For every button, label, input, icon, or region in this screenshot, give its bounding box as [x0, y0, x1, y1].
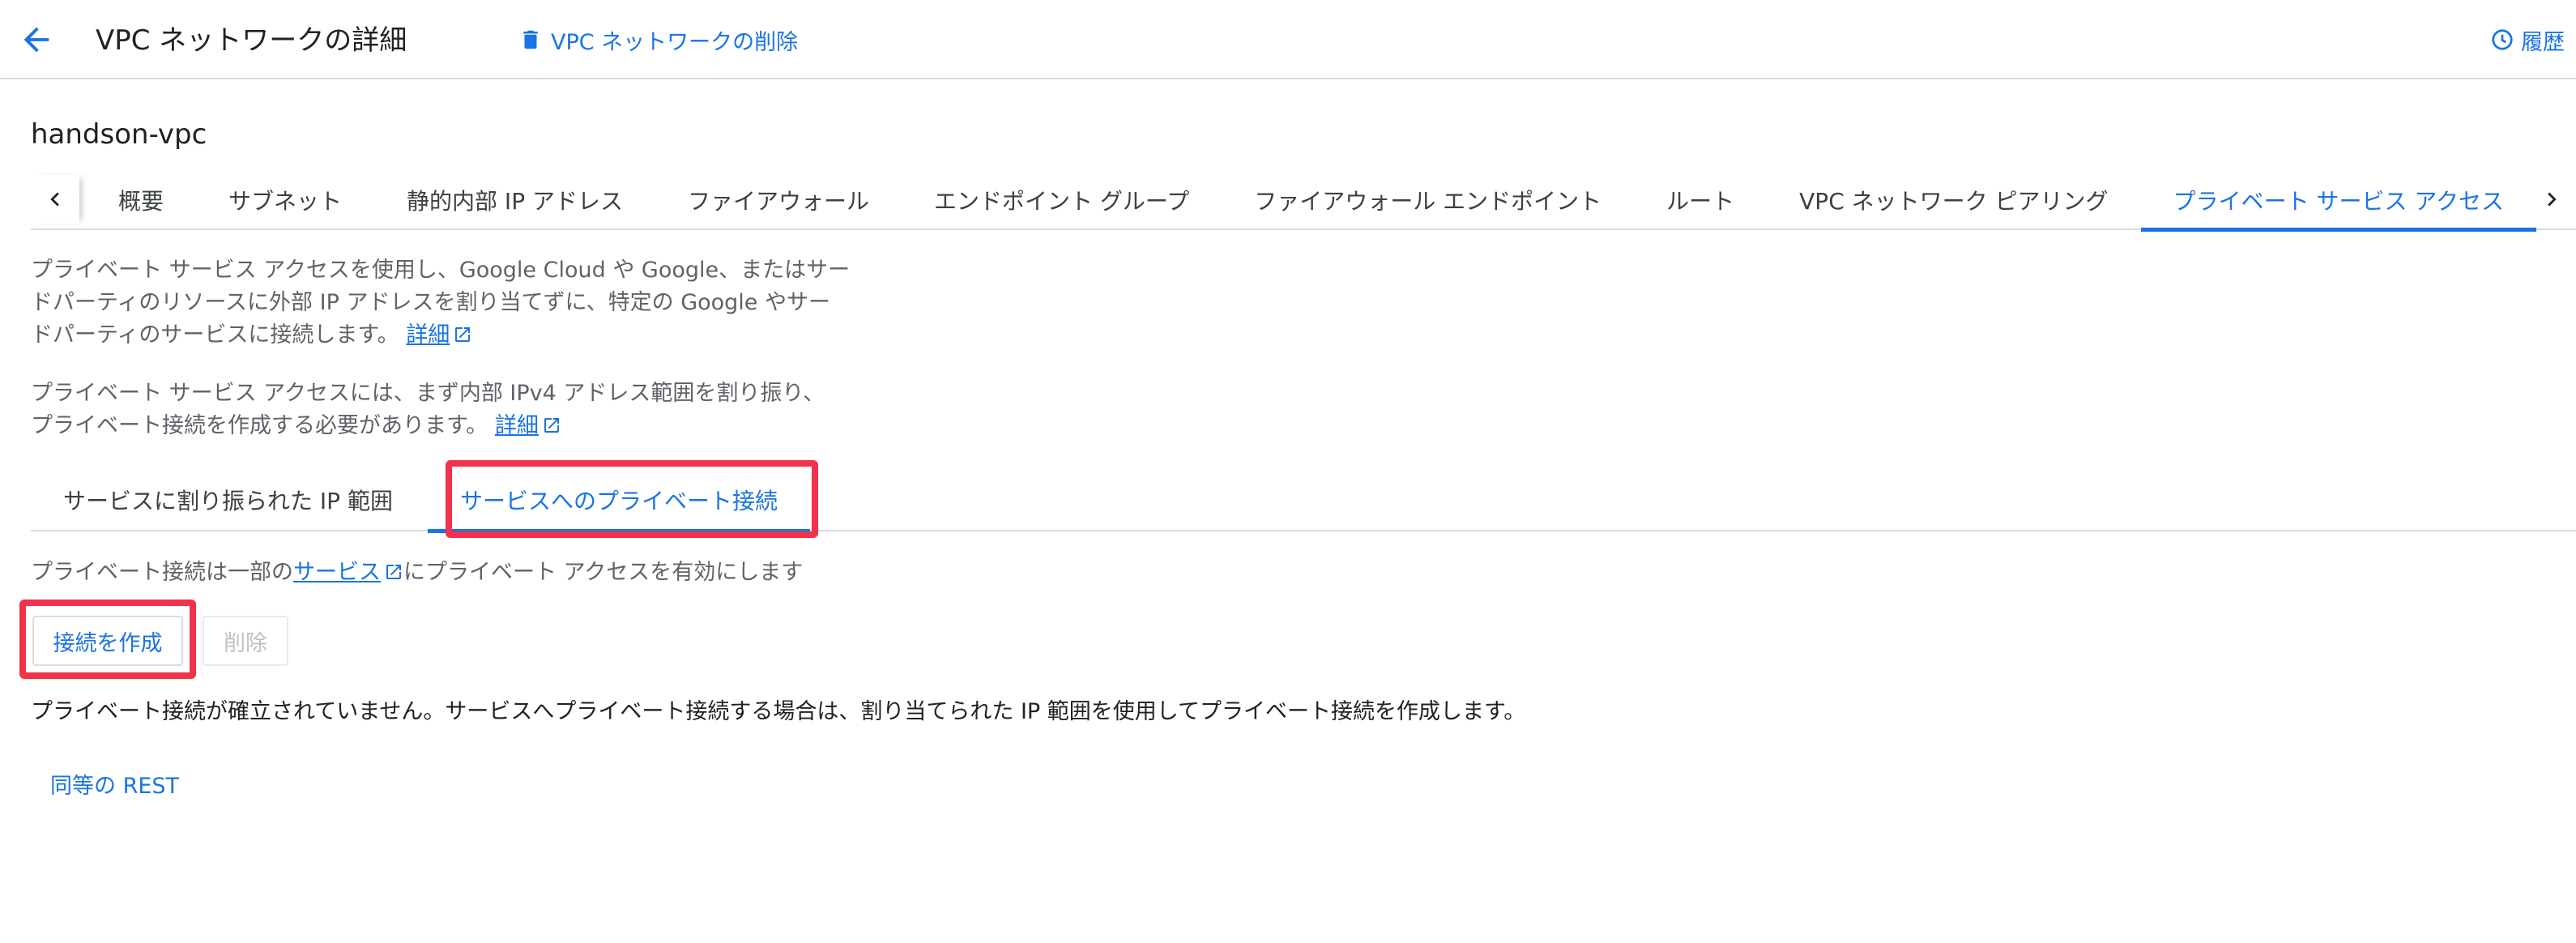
delete-connection-button: 削除	[203, 616, 288, 666]
subtab-private-connections[interactable]: サービスへのプライベート接続	[428, 468, 811, 533]
psa-requirement-line2-text: プライベート接続を作成する必要があります。	[31, 413, 488, 438]
services-link-label: サービス	[293, 560, 381, 585]
subtab-allocated-ip-ranges[interactable]: サービスに割り振られた IP 範囲	[63, 468, 393, 531]
tabs-scroll-left-button[interactable]	[31, 175, 79, 224]
psa-requirement-description: プライベート サービス アクセスには、まず内部 IPv4 アドレス範囲を割り振り…	[31, 378, 857, 442]
tabs-scroll-right-button[interactable]	[2527, 175, 2576, 224]
tab-private-service-access[interactable]: プライベート サービス アクセス	[2140, 170, 2537, 232]
create-connection-button[interactable]: 接続を作成	[32, 616, 183, 666]
learn-more-link-1-label: 詳細	[406, 322, 450, 348]
learn-more-link-2[interactable]: 詳細	[495, 413, 561, 438]
learn-more-link-2-label: 詳細	[494, 413, 539, 438]
active-subtab-indicator	[428, 529, 811, 533]
services-link[interactable]: サービス	[293, 560, 403, 585]
page-header: VPC ネットワークの詳細 VPC ネットワークの削除 履歴	[0, 0, 2576, 79]
info-text-before: プライベート接続は一部の	[31, 560, 293, 585]
psa-description-line3: ドパーティのサービスに接続します。 詳細	[31, 319, 857, 352]
tab-static-internal-ip[interactable]: 静的内部 IP アドレス	[374, 170, 655, 230]
psa-requirement-line1: プライベート サービス アクセスには、まず内部 IPv4 アドレス範囲を割り振り…	[31, 381, 825, 406]
psa-description-line2: ドパーティのリソースに外部 IP アドレスを割り当てずに、特定の Google …	[31, 290, 831, 315]
network-name: handson-vpc	[31, 118, 207, 151]
back-arrow-icon[interactable]	[18, 21, 55, 58]
external-link-icon	[386, 565, 401, 579]
chevron-left-icon	[50, 192, 59, 207]
delete-vpc-label: VPC ネットワークの削除	[551, 29, 799, 55]
subtab-private-connections-label: サービスへのプライベート接続	[460, 488, 778, 514]
no-connection-message: プライベート接続が確立されていません。サービスへプライベート接続する場合は、割り…	[31, 699, 1526, 724]
history-label: 履歴	[2521, 29, 2565, 55]
tab-list: 概要 サブネット 静的内部 IP アドレス ファイアウォール エンドポイント グ…	[84, 170, 2537, 232]
detail-tabbar: 概要 サブネット 静的内部 IP アドレス ファイアウォール エンドポイント グ…	[31, 170, 2576, 232]
tab-endpoint-groups[interactable]: エンドポイント グループ	[902, 170, 1222, 230]
tab-subnets[interactable]: サブネット	[196, 170, 374, 230]
tab-vpc-peering[interactable]: VPC ネットワーク ピアリング	[1767, 170, 2140, 230]
external-link-icon	[455, 327, 471, 342]
psa-description-line1: プライベート サービス アクセスを使用し、Google Cloud や Goog…	[31, 258, 851, 283]
psa-requirement-line2: プライベート接続を作成する必要があります。 詳細	[31, 410, 857, 442]
info-text-after: にプライベート アクセスを有効にします	[403, 560, 804, 585]
page-title: VPC ネットワークの詳細	[96, 24, 407, 57]
chevron-right-icon	[2548, 192, 2557, 207]
clock-icon	[2492, 29, 2513, 50]
equivalent-rest-link[interactable]: 同等の REST	[50, 768, 179, 800]
private-connection-info: プライベート接続は一部のサービス にプライベート アクセスを有効にします	[31, 554, 803, 586]
tab-routes[interactable]: ルート	[1634, 170, 1767, 230]
tab-overview[interactable]: 概要	[84, 170, 196, 230]
subtab-allocated-ip-ranges-label: サービスに割り振られた IP 範囲	[63, 488, 393, 514]
learn-more-link-1[interactable]: 詳細	[406, 322, 472, 348]
psa-subtabbar: サービスに割り振られた IP 範囲 サービスへのプライベート接続	[31, 468, 2576, 533]
tab-firewall[interactable]: ファイアウォール	[655, 170, 902, 230]
tab-firewall-endpoints[interactable]: ファイアウォール エンドポイント	[1222, 170, 1634, 230]
delete-vpc-button[interactable]: VPC ネットワークの削除	[518, 21, 798, 58]
history-button[interactable]: 履歴	[2490, 21, 2565, 58]
psa-description: プライベート サービス アクセスを使用し、Google Cloud や Goog…	[31, 254, 857, 352]
external-link-icon	[544, 418, 559, 433]
trash-icon	[523, 30, 538, 49]
psa-description-line3-text: ドパーティのサービスに接続します。	[31, 322, 399, 348]
